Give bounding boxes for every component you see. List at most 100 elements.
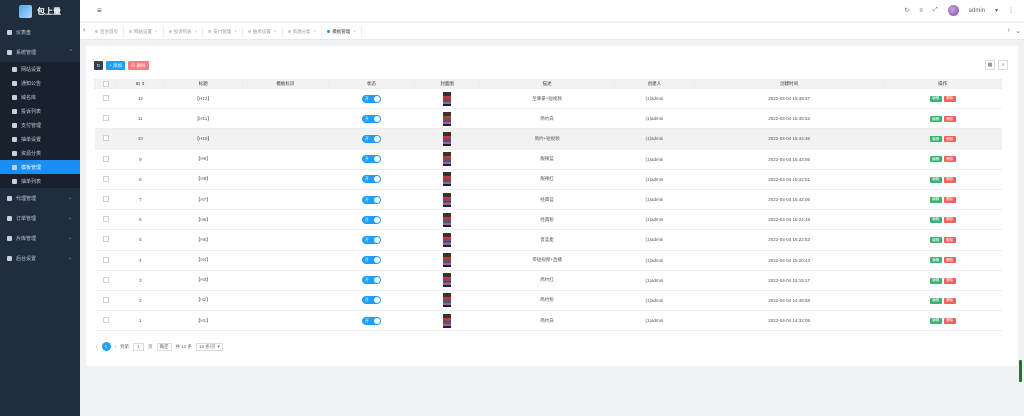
cover-thumbnail[interactable] <box>443 293 452 308</box>
cover-thumbnail[interactable] <box>443 152 452 167</box>
sidebar-subitem[interactable]: 投诉列表 <box>0 104 80 118</box>
sidebar-item-orders[interactable]: 订单管理 ⌄ <box>0 208 80 228</box>
cover-thumbnail[interactable] <box>443 131 452 146</box>
edit-button[interactable]: 编辑 <box>929 176 942 183</box>
row-checkbox[interactable] <box>102 95 109 102</box>
edit-button[interactable]: 编辑 <box>929 317 942 324</box>
more-icon[interactable]: ⋮ <box>1008 7 1014 14</box>
delete-row-button[interactable]: 删除 <box>943 176 956 183</box>
edit-button[interactable]: 编辑 <box>929 116 942 123</box>
sidebar-subitem[interactable]: 域名库 <box>0 90 80 104</box>
delete-row-button[interactable]: 删除 <box>943 116 956 123</box>
status-switch[interactable]: 开 <box>361 316 381 325</box>
edit-button[interactable]: 编辑 <box>929 196 942 203</box>
goto-input[interactable]: 1 <box>133 342 144 351</box>
sidebar-subitem[interactable]: 支付管理 <box>0 118 80 132</box>
tab[interactable]: 抽单设置 × <box>243 26 283 37</box>
sidebar-item-backend[interactable]: 后台设置 ⌄ <box>0 248 80 268</box>
tab[interactable]: 网站设置 × <box>124 26 164 37</box>
cover-thumbnail[interactable] <box>443 172 452 187</box>
edit-button[interactable]: 编辑 <box>929 156 942 163</box>
tab[interactable]: 后台首页 <box>90 26 124 37</box>
refresh-button[interactable]: ↻ <box>94 61 103 70</box>
status-switch[interactable]: 开 <box>361 114 381 123</box>
status-switch[interactable]: 开 <box>361 134 381 143</box>
column-header[interactable]: ID ⇕ <box>116 79 165 89</box>
scrollbar[interactable] <box>1019 360 1022 382</box>
row-checkbox[interactable] <box>102 175 109 182</box>
brand-logo[interactable]: 包上量 <box>0 0 80 22</box>
sidebar-item-slice[interactable]: 片库管理 ⌄ <box>0 228 80 248</box>
tabs-dropdown-icon[interactable]: ⌄ <box>1015 27 1021 35</box>
tabs-prev-icon[interactable]: ‹ <box>83 27 85 34</box>
cover-thumbnail[interactable] <box>443 111 452 126</box>
edit-button[interactable]: 编辑 <box>929 136 942 143</box>
edit-button[interactable]: 编辑 <box>929 277 942 284</box>
delete-row-button[interactable]: 删除 <box>943 95 956 102</box>
page-number[interactable]: 1 <box>101 342 111 351</box>
row-checkbox[interactable] <box>102 236 109 243</box>
status-switch[interactable]: 开 <box>361 195 381 204</box>
delete-row-button[interactable]: 删除 <box>943 317 956 324</box>
user-name[interactable]: admin <box>969 8 985 14</box>
menu-toggle-icon[interactable]: ≡ <box>97 6 102 15</box>
columns-icon[interactable]: ▦ <box>985 60 995 70</box>
status-switch[interactable]: 开 <box>361 235 381 244</box>
sidebar-subitem[interactable]: 模板管理 <box>0 160 80 174</box>
cover-thumbnail[interactable] <box>443 192 452 207</box>
delete-row-button[interactable]: 删除 <box>943 277 956 284</box>
cover-thumbnail[interactable] <box>443 212 452 227</box>
delete-row-button[interactable]: 删除 <box>943 257 956 264</box>
status-switch[interactable]: 开 <box>361 296 381 305</box>
close-icon[interactable]: × <box>195 29 198 34</box>
row-checkbox[interactable] <box>102 216 109 223</box>
cover-thumbnail[interactable] <box>443 313 452 328</box>
table-row[interactable]: 2 【H2】开简约粉 (1)admin 2022-04-04 14:48:58 编辑 删除 <box>94 290 1002 312</box>
table-row[interactable]: 7 【H7】开经典蓝 (1)admin 2022-04-04 15:42:06 编辑 删除 <box>94 189 1002 211</box>
sidebar-subitem[interactable]: 资源分类 <box>0 146 80 160</box>
table-row[interactable]: 11 【H11】开简约白 (1)admin 2022-04-04 15:45:52 编辑… <box>94 108 1002 130</box>
goto-confirm-button[interactable]: 确定 <box>156 342 172 351</box>
edit-button[interactable]: 编辑 <box>929 297 942 304</box>
delete-row-button[interactable]: 删除 <box>943 136 956 143</box>
sidebar-subitem[interactable]: 抽单列表 <box>0 174 80 188</box>
sidebar-item-system[interactable]: 系统管理 ^ <box>0 42 80 62</box>
table-row[interactable]: 8 【H8】开靓辣红 (1)admin 2022-04-04 15:42:51 编辑 删除 <box>94 169 1002 190</box>
table-row[interactable]: 4 【H4】 开 带短视频+直播 (1)admin 2022-04-04 15:20:43… <box>94 250 1002 271</box>
fullscreen-icon[interactable]: ⤢ <box>933 7 938 14</box>
close-icon[interactable]: × <box>353 29 356 34</box>
delete-row-button[interactable]: 删除 <box>943 156 956 163</box>
next-page-icon[interactable]: › <box>115 344 117 349</box>
clear-icon[interactable]: ≡ <box>919 8 923 14</box>
tab[interactable]: 资源分类 × <box>283 26 323 37</box>
table-row[interactable]: 5 【H5】开晋蓝麦 (1)admin 2022-04-04 15:22:53 编辑 删除 <box>94 229 1002 251</box>
cover-thumbnail[interactable] <box>443 273 452 288</box>
status-switch[interactable]: 开 <box>361 215 381 224</box>
status-switch[interactable]: 开 <box>361 155 381 164</box>
cover-thumbnail[interactable] <box>443 232 452 247</box>
tab[interactable]: 支付管理 × <box>203 26 243 37</box>
sidebar-subitem[interactable]: 通知公告 <box>0 76 80 90</box>
edit-button[interactable]: 编辑 <box>929 237 942 244</box>
row-checkbox[interactable] <box>102 196 109 203</box>
close-icon[interactable]: × <box>274 29 277 34</box>
tabs-next-icon[interactable]: › <box>1008 27 1010 34</box>
delete-button[interactable]: ⊖ 删除 <box>127 61 149 70</box>
status-switch[interactable]: 开 <box>361 175 381 184</box>
row-checkbox[interactable] <box>102 276 109 283</box>
table-row[interactable]: 3 【H3】开简约红 (1)admin 2022-04-04 15:15:17 编辑 删除 <box>94 270 1002 291</box>
table-row[interactable]: 6 【H6】开经典粉 (1)admin 2022-04-04 15:24:48 编辑 删除 <box>94 209 1002 231</box>
add-button[interactable]: + 添加 <box>106 61 125 70</box>
avatar[interactable] <box>947 5 959 16</box>
close-icon[interactable]: × <box>234 29 237 34</box>
sidebar-item-agent[interactable]: 代理管理 ⌄ <box>0 188 80 208</box>
status-switch[interactable]: 开 <box>361 256 381 265</box>
table-row[interactable]: 1 【H1】开简约白 (1)admin 2022-04-04 14:32:05 编辑 删除 <box>94 310 1002 332</box>
select-all-checkbox[interactable] <box>102 80 109 87</box>
status-switch[interactable]: 开 <box>361 276 381 285</box>
sidebar-subitem[interactable]: 抽单设置 <box>0 132 80 146</box>
edit-button[interactable]: 编辑 <box>929 216 942 223</box>
row-checkbox[interactable] <box>102 135 109 142</box>
cover-thumbnail[interactable] <box>443 91 452 106</box>
prev-page-icon[interactable]: ‹ <box>96 344 98 349</box>
